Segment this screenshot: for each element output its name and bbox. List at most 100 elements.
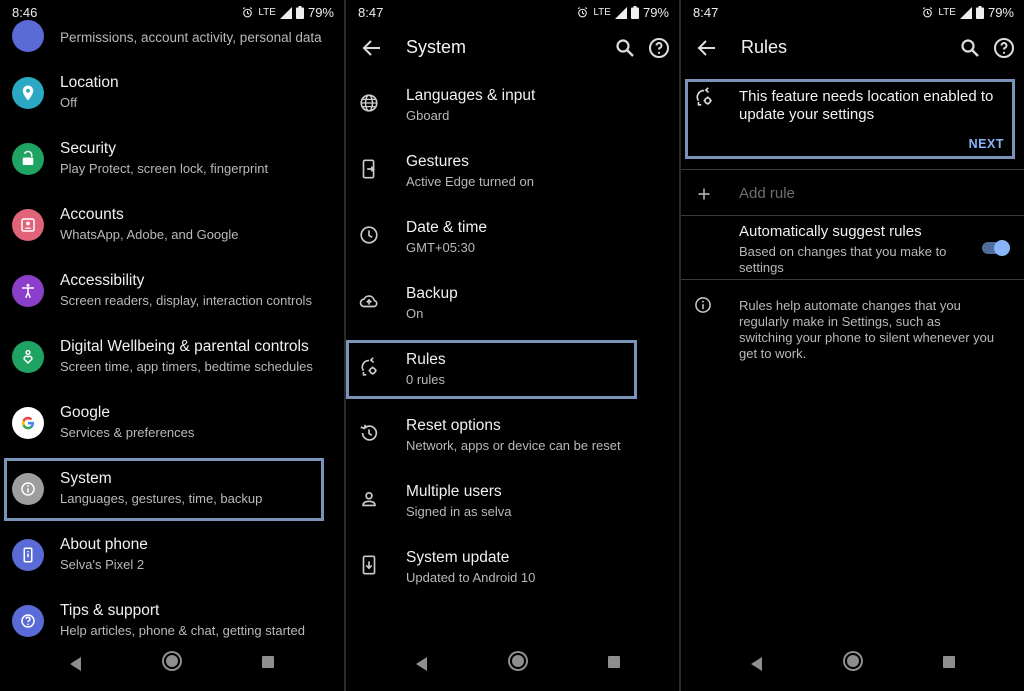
settings-item-location[interactable]: Location Off <box>0 68 344 120</box>
system-item-languages[interactable]: Languages & input Gboard <box>346 82 679 134</box>
system-item-reset-options[interactable]: Reset options Network, apps or device ca… <box>346 412 679 464</box>
system-item-backup[interactable]: Backup On <box>346 280 679 332</box>
date-time-title: Date & time <box>406 219 487 236</box>
system-item-gestures[interactable]: Gestures Active Edge turned on <box>346 148 679 200</box>
person-icon <box>362 492 376 507</box>
security-subtitle: Play Protect, screen lock, fingerprint <box>60 161 269 176</box>
add-rule-button[interactable]: Add rule <box>681 176 1024 212</box>
nav-back-icon[interactable] <box>70 657 81 671</box>
status-icons: LTE 79% <box>576 5 669 20</box>
auto-suggest-setting[interactable]: Automatically suggest rules Based on cha… <box>681 218 1024 278</box>
info-line-4: get to work. <box>739 346 807 361</box>
security-title: Security <box>60 140 116 157</box>
settings-main-panel: 8:46 LTE 79% Permissions, account activi… <box>0 0 344 691</box>
auto-suggest-title: Automatically suggest rules <box>739 223 922 240</box>
wellbeing-heart-icon <box>12 341 44 373</box>
settings-item-accounts[interactable]: Accounts WhatsApp, Adobe, and Google <box>0 200 344 252</box>
about-title: About phone <box>60 536 148 553</box>
nav-back-icon[interactable] <box>416 657 427 671</box>
backup-subtitle: On <box>406 306 424 321</box>
gestures-subtitle: Active Edge turned on <box>406 174 534 189</box>
accessibility-title: Accessibility <box>60 272 145 289</box>
globe-icon <box>360 94 378 112</box>
reset-subtitle: Network, apps or device can be reset <box>406 438 621 453</box>
alarm-icon <box>923 7 933 18</box>
location-title: Location <box>60 74 119 91</box>
help-icon[interactable] <box>992 36 1016 60</box>
back-arrow-icon[interactable] <box>360 36 384 60</box>
date-time-subtitle: GMT+05:30 <box>406 240 476 255</box>
rules-info: Rules help automate changes that you reg… <box>681 290 1024 370</box>
status-time: 8:47 <box>358 5 384 20</box>
divider-line <box>681 169 1024 170</box>
tips-subtitle: Help articles, phone & chat, getting sta… <box>60 623 305 638</box>
system-item-multiple-users[interactable]: Multiple users Signed in as selva <box>346 478 679 530</box>
nav-back-icon[interactable] <box>751 657 762 671</box>
app-bar: System <box>346 28 679 68</box>
nav-home-icon[interactable] <box>512 655 524 667</box>
toggle-thumb <box>994 240 1010 256</box>
status-icons: LTE 79% <box>921 5 1014 20</box>
account-box-icon <box>12 209 44 241</box>
info-line-3: switching your phone to silent whenever … <box>739 330 995 345</box>
google-g-icon <box>12 407 44 439</box>
info-outline-icon <box>695 297 711 313</box>
nav-recents-icon[interactable] <box>943 656 955 668</box>
back-arrow-icon[interactable] <box>695 36 719 60</box>
system-settings-panel: 8:47 LTE 79% System Languages & input Gb… <box>346 0 679 691</box>
status-bar: 8:47 LTE 79% <box>346 0 679 24</box>
banner-highlight-box <box>685 79 1015 159</box>
settings-item-privacy[interactable]: Permissions, account activity, personal … <box>0 14 344 54</box>
languages-subtitle: Gboard <box>406 108 450 123</box>
settings-item-digital-wellbeing[interactable]: Digital Wellbeing & parental controls Sc… <box>0 332 344 384</box>
auto-suggest-toggle[interactable] <box>980 240 1012 256</box>
page-title: Rules <box>741 37 788 57</box>
settings-item-accessibility[interactable]: Accessibility Screen readers, display, i… <box>0 266 344 318</box>
status-time: 8:47 <box>693 5 719 20</box>
nav-recents-icon[interactable] <box>608 656 620 668</box>
help-icon[interactable] <box>647 36 671 60</box>
divider-line <box>681 279 1024 280</box>
update-subtitle: Updated to Android 10 <box>406 570 536 585</box>
languages-title: Languages & input <box>406 87 536 104</box>
nav-home-icon[interactable] <box>847 655 859 667</box>
add-rule-label: Add rule <box>739 185 795 202</box>
phone-icon <box>12 539 44 571</box>
reset-title: Reset options <box>406 417 501 434</box>
accessibility-subtitle: Screen readers, display, interaction con… <box>60 293 312 308</box>
status-bar: 8:47 LTE 79% <box>681 0 1024 24</box>
battery-percent: 79% <box>987 5 1014 20</box>
wellbeing-title: Digital Wellbeing & parental controls <box>60 338 309 355</box>
settings-item-about-phone[interactable]: About phone Selva's Pixel 2 <box>0 530 344 582</box>
gestures-title: Gestures <box>406 153 469 170</box>
settings-item-security[interactable]: Security Play Protect, screen lock, fing… <box>0 134 344 186</box>
info-line-1: Rules help automate changes that you <box>739 298 961 313</box>
location-subtitle: Off <box>60 95 78 110</box>
help-icon <box>12 605 44 637</box>
auto-suggest-line-2: settings <box>739 260 784 275</box>
users-subtitle: Signed in as selva <box>406 504 512 519</box>
system-highlight-box <box>4 458 324 521</box>
backup-title: Backup <box>406 285 458 302</box>
system-item-date-time[interactable]: Date & time GMT+05:30 <box>346 214 679 266</box>
privacy-icon <box>12 20 44 52</box>
rules-panel: 8:47 LTE 79% Rules This feature needs lo… <box>681 0 1024 691</box>
nav-recents-icon[interactable] <box>262 656 274 668</box>
users-title: Multiple users <box>406 483 502 500</box>
system-update-icon <box>362 555 376 575</box>
nav-home-icon[interactable] <box>166 655 178 667</box>
lock-icon <box>12 143 44 175</box>
network-type: LTE <box>593 7 611 18</box>
system-item-system-update[interactable]: System update Updated to Android 10 <box>346 544 679 596</box>
google-title: Google <box>60 404 110 421</box>
search-icon[interactable] <box>613 36 637 60</box>
alarm-icon <box>578 7 588 18</box>
settings-item-google[interactable]: Google Services & preferences <box>0 398 344 450</box>
accounts-title: Accounts <box>60 206 124 223</box>
history-icon <box>360 424 378 441</box>
gesture-phone-icon <box>362 159 375 179</box>
accounts-subtitle: WhatsApp, Adobe, and Google <box>60 227 239 242</box>
search-icon[interactable] <box>958 36 982 60</box>
privacy-subtitle: Permissions, account activity, personal … <box>60 30 322 45</box>
divider-line <box>681 215 1024 216</box>
